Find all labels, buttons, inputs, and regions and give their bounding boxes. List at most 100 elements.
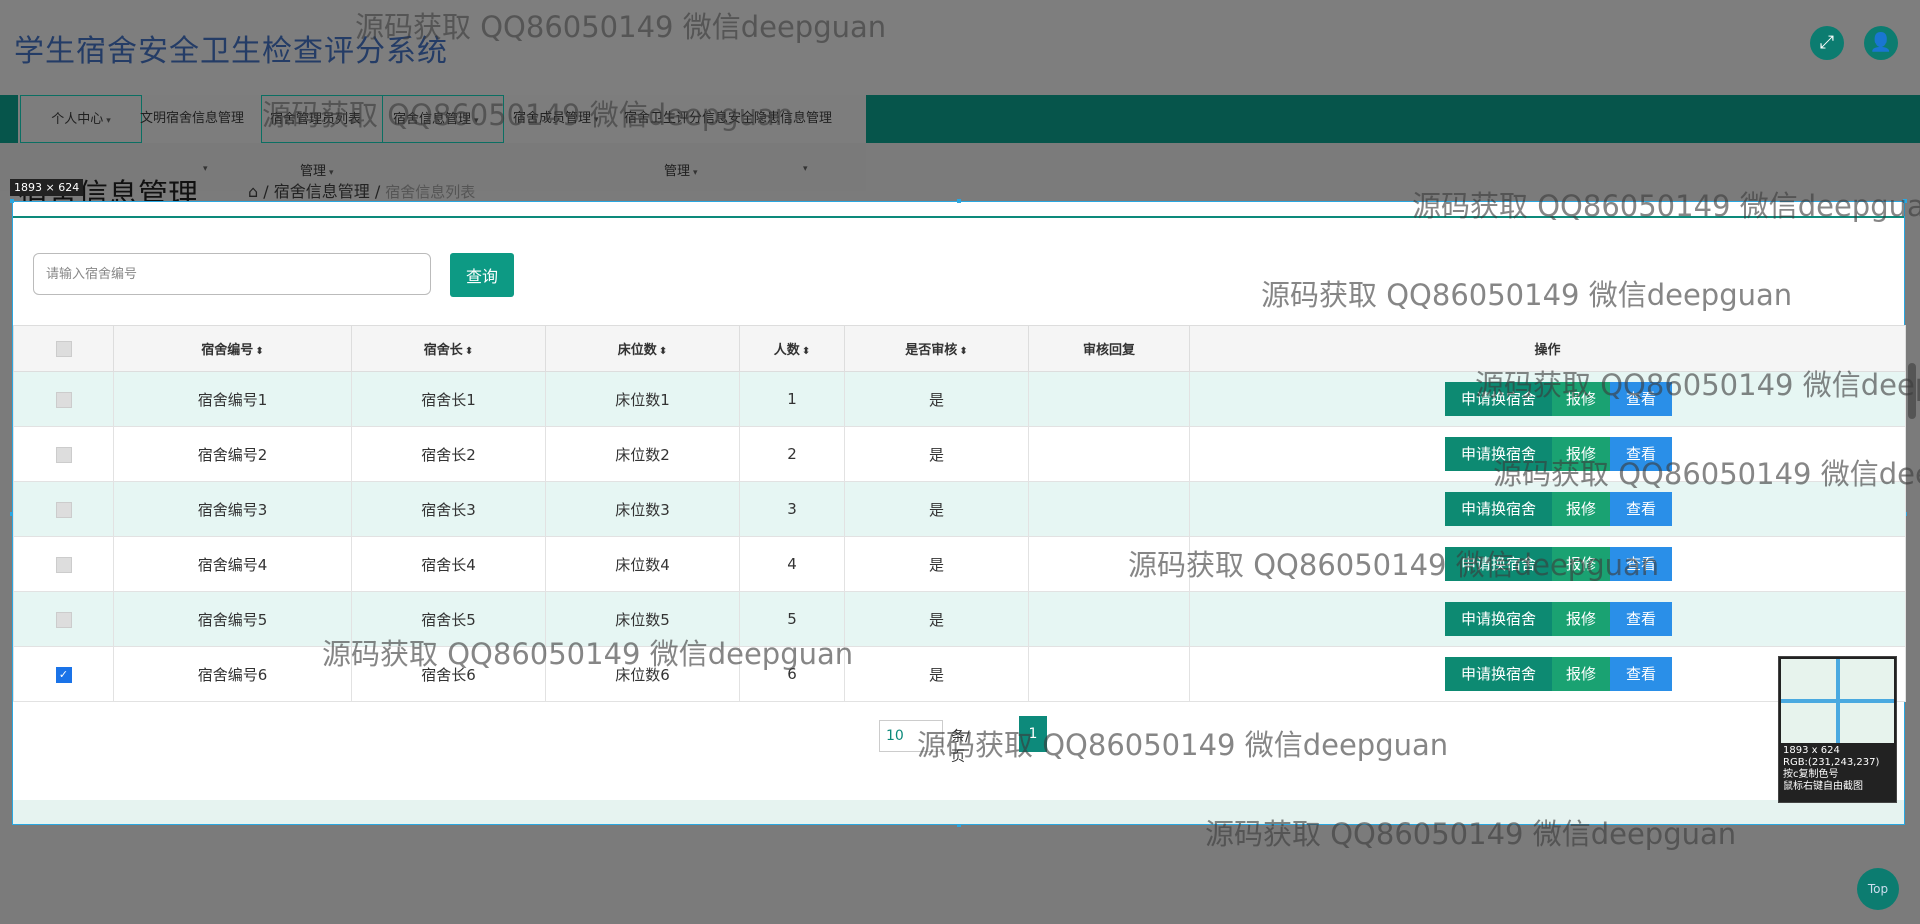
- main-nav: 个人中心 ▾ 文明宿舍信息管理 宿舍管理员列表 宿舍信息管理 ▾ 宿舍成员管理 ▾ 宿…: [0, 95, 1920, 143]
- breadcrumb-current: 宿舍信息列表: [385, 183, 476, 201]
- column-header: 操作: [1189, 325, 1906, 372]
- cell-reply: [1028, 371, 1190, 427]
- cell-people: 3: [739, 481, 845, 537]
- row-checkbox[interactable]: ✓: [13, 646, 114, 702]
- nav-item-civilized-dorm[interactable]: 文明宿舍信息管理: [140, 95, 244, 143]
- row-checkbox[interactable]: [13, 426, 114, 482]
- table-row: ✓ 宿舍编号6 宿舍长6 床位数6 6 是 申请换宿舍 报修 查看: [13, 646, 1906, 702]
- nav-item-safety-hazard[interactable]: 安全隐患信息管理: [728, 95, 832, 143]
- subnav-caret[interactable]: ▾: [200, 160, 208, 175]
- screenshot-magnifier: 1893 x 624 RGB:(231,243,237) 按c复制色号 鼠标右键…: [1778, 656, 1897, 803]
- cell-dorm-leader: 宿舍长3: [351, 481, 546, 537]
- cell-actions: 申请换宿舍 报修 查看: [1189, 536, 1906, 592]
- apply-change-dorm-button[interactable]: 申请换宿舍: [1444, 547, 1552, 581]
- view-button[interactable]: 查看: [1609, 492, 1672, 526]
- panel-bottom-bar: [13, 800, 1904, 824]
- nav-item-dorm-admin[interactable]: 宿舍管理员列表: [261, 95, 383, 143]
- cell-dorm-leader: 宿舍长2: [351, 426, 546, 482]
- repair-button[interactable]: 报修: [1551, 382, 1610, 416]
- cell-beds: 床位数2: [545, 426, 740, 482]
- view-button[interactable]: 查看: [1609, 547, 1672, 581]
- user-icon[interactable]: 👤: [1864, 26, 1898, 60]
- resize-handle[interactable]: [957, 199, 961, 203]
- cell-dorm-id: 宿舍编号5: [113, 591, 352, 647]
- cell-audited: 是: [844, 371, 1029, 427]
- cell-dorm-id: 宿舍编号3: [113, 481, 352, 537]
- cell-audited: 是: [844, 481, 1029, 537]
- page-size-select[interactable]: 10: [879, 720, 943, 752]
- cell-people: 5: [739, 591, 845, 647]
- cell-beds: 床位数1: [545, 371, 740, 427]
- cell-dorm-id: 宿舍编号2: [113, 426, 352, 482]
- row-checkbox[interactable]: [13, 591, 114, 647]
- nav-item-personal[interactable]: 个人中心 ▾: [20, 95, 142, 143]
- cell-actions: 申请换宿舍 报修 查看: [1189, 481, 1906, 537]
- table-row: 宿舍编号2 宿舍长2 床位数2 2 是 申请换宿舍 报修 查看: [13, 426, 1906, 482]
- nav-item-hygiene-score[interactable]: 宿舍卫生评分信息: [624, 95, 728, 143]
- repair-button[interactable]: 报修: [1551, 437, 1610, 471]
- cell-dorm-leader: 宿舍长5: [351, 591, 546, 647]
- search-input[interactable]: [33, 253, 431, 295]
- cell-people: 4: [739, 536, 845, 592]
- row-checkbox[interactable]: [13, 536, 114, 592]
- nav-item-dorm-info[interactable]: 宿舍信息管理 ▾: [382, 95, 504, 143]
- magnifier-info: 1893 x 624 RGB:(231,243,237) 按c复制色号 鼠标右键…: [1783, 745, 1880, 792]
- view-button[interactable]: 查看: [1609, 602, 1672, 636]
- subnav-caret-2[interactable]: ▾: [800, 160, 808, 175]
- resize-handle[interactable]: [1903, 199, 1907, 203]
- row-checkbox[interactable]: [13, 371, 114, 427]
- cell-dorm-id: 宿舍编号6: [113, 646, 352, 702]
- cell-reply: [1028, 646, 1190, 702]
- table-row: 宿舍编号5 宿舍长5 床位数5 5 是 申请换宿舍 报修 查看: [13, 591, 1906, 647]
- selection-size-label: 1893 × 624: [10, 179, 84, 196]
- cell-beds: 床位数4: [545, 536, 740, 592]
- cell-reply: [1028, 536, 1190, 592]
- table-row: 宿舍编号3 宿舍长3 床位数3 3 是 申请换宿舍 报修 查看: [13, 481, 1906, 537]
- cell-dorm-leader: 宿舍长1: [351, 371, 546, 427]
- page-scrollbar[interactable]: [1908, 363, 1916, 419]
- column-header[interactable]: 床位数 ⬍: [545, 325, 740, 372]
- column-header[interactable]: 人数 ⬍: [739, 325, 845, 372]
- column-header[interactable]: 宿舍编号 ⬍: [113, 325, 352, 372]
- breadcrumb: ⌂ / 宿舍信息管理 / 宿舍信息列表: [248, 182, 476, 201]
- subnav-item-manage-2[interactable]: 管理 ▾: [664, 160, 698, 179]
- cell-audited: 是: [844, 536, 1029, 592]
- view-button[interactable]: 查看: [1609, 657, 1672, 691]
- apply-change-dorm-button[interactable]: 申请换宿舍: [1444, 492, 1552, 526]
- row-checkbox[interactable]: [13, 481, 114, 537]
- subnav-item-manage-1[interactable]: 管理 ▾: [300, 160, 334, 179]
- back-to-top-button[interactable]: Top: [1857, 868, 1899, 910]
- apply-change-dorm-button[interactable]: 申请换宿舍: [1444, 437, 1552, 471]
- nav-item-dorm-members[interactable]: 宿舍成员管理 ▾: [513, 95, 599, 143]
- repair-button[interactable]: 报修: [1551, 657, 1610, 691]
- resize-handle[interactable]: [10, 199, 14, 203]
- breadcrumb-path[interactable]: 宿舍信息管理: [274, 182, 370, 201]
- column-header[interactable]: 宿舍长 ⬍: [351, 325, 546, 372]
- cell-actions: 申请换宿舍 报修 查看: [1189, 371, 1906, 427]
- cell-people: 2: [739, 426, 845, 482]
- apply-change-dorm-button[interactable]: 申请换宿舍: [1444, 602, 1552, 636]
- view-button[interactable]: 查看: [1609, 382, 1672, 416]
- search-button[interactable]: 查询: [450, 253, 514, 297]
- repair-button[interactable]: 报修: [1551, 547, 1610, 581]
- content-panel: 查询 宿舍编号⬍ 宿舍长⬍ 床位数⬍ 人数⬍ 是否审核⬍ 审核回复 操作 宿舍编…: [10, 199, 1907, 827]
- page-number-current[interactable]: 1: [1019, 716, 1047, 752]
- cell-reply: [1028, 481, 1190, 537]
- column-header[interactable]: 是否审核 ⬍: [844, 325, 1029, 372]
- cell-reply: [1028, 426, 1190, 482]
- top-header: 学生宿舍安全卫生检查评分系统 ⤢ 👤: [0, 0, 1920, 95]
- cell-dorm-leader: 宿舍长4: [351, 536, 546, 592]
- nav-strip: 个人中心 ▾ 文明宿舍信息管理 宿舍管理员列表 宿舍信息管理 ▾ 宿舍成员管理 ▾ 宿…: [18, 95, 866, 143]
- cell-audited: 是: [844, 591, 1029, 647]
- apply-change-dorm-button[interactable]: 申请换宿舍: [1444, 657, 1552, 691]
- cell-audited: 是: [844, 426, 1029, 482]
- view-button[interactable]: 查看: [1609, 437, 1672, 471]
- cell-dorm-id: 宿舍编号1: [113, 371, 352, 427]
- fullscreen-icon[interactable]: ⤢: [1810, 26, 1844, 60]
- repair-button[interactable]: 报修: [1551, 602, 1610, 636]
- apply-change-dorm-button[interactable]: 申请换宿舍: [1444, 382, 1552, 416]
- breadcrumb-home-icon[interactable]: ⌂: [248, 182, 258, 201]
- repair-button[interactable]: 报修: [1551, 492, 1610, 526]
- select-all-checkbox[interactable]: [13, 325, 114, 372]
- table-header-row: 宿舍编号 ⬍ 宿舍长 ⬍ 床位数 ⬍ 人数 ⬍ 是否审核 ⬍ 审核回复 操作: [13, 325, 1906, 372]
